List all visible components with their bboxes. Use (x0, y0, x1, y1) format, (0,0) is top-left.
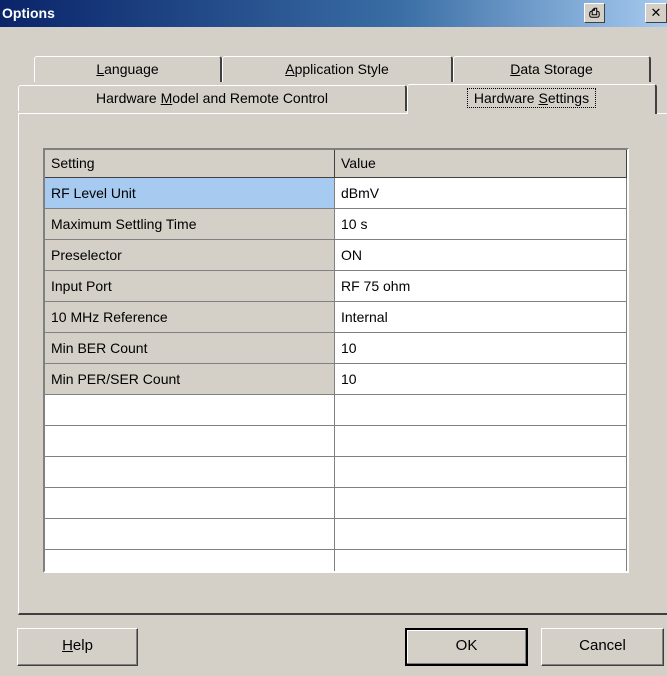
empty-cell (45, 426, 335, 457)
tab-label: Hardware (473, 90, 539, 106)
cancel-button[interactable]: Cancel (541, 628, 664, 666)
table-row[interactable]: RF Level Unit dBmV (45, 178, 627, 209)
empty-cell (45, 457, 335, 488)
empty-cell (45, 550, 335, 571)
tab-label: pplication Style (294, 61, 389, 77)
empty-cell (45, 395, 335, 426)
table-row[interactable]: Input Port RF 75 ohm (45, 271, 627, 302)
ok-button[interactable]: OK (405, 628, 528, 666)
tab-accel: S (538, 90, 548, 106)
tab-label: ata Storage (520, 61, 593, 77)
tab-label: Hardware (96, 90, 161, 106)
setting-cell: 10 MHz Reference (45, 302, 335, 333)
tab-hardware-model[interactable]: Hardware Model and Remote Control (18, 85, 407, 111)
empty-row (45, 488, 627, 519)
help-label: elp (72, 637, 93, 654)
tab-accel: D (510, 61, 521, 77)
value-cell[interactable]: dBmV (335, 178, 627, 209)
empty-cell (45, 519, 335, 550)
help-accel: H (62, 637, 73, 654)
empty-cell (335, 519, 627, 550)
setting-cell: Min BER Count (45, 333, 335, 364)
table-row[interactable]: Maximum Settling Time 10 s (45, 209, 627, 240)
grid-body: Setting Value RF Level Unit dBmV Maximum… (45, 150, 627, 571)
tab-label: anguage (104, 61, 159, 77)
close-button[interactable]: ✕ (645, 3, 667, 23)
settings-grid[interactable]: Setting Value RF Level Unit dBmV Maximum… (43, 148, 629, 573)
tab-label: odel and Remote Control (172, 90, 328, 106)
help-button[interactable]: Help (17, 628, 138, 666)
table-row[interactable]: Preselector ON (45, 240, 627, 271)
header-setting[interactable]: Setting (45, 150, 335, 178)
empty-row (45, 550, 627, 571)
value-cell[interactable]: 10 (335, 333, 627, 364)
tab-accel: M (160, 90, 173, 106)
value-cell[interactable]: RF 75 ohm (335, 271, 627, 302)
empty-row (45, 426, 627, 457)
value-cell[interactable]: 10 s (335, 209, 627, 240)
tab-language[interactable]: Language (34, 56, 222, 82)
tab-data-storage[interactable]: Data Storage (453, 56, 651, 82)
empty-row (45, 519, 627, 550)
empty-cell (335, 395, 627, 426)
tab-accel: L (96, 61, 105, 77)
table-row[interactable]: 10 MHz Reference Internal (45, 302, 627, 333)
setting-cell: RF Level Unit (45, 178, 335, 209)
setting-cell: Min PER/SER Count (45, 364, 335, 395)
tab-accel: A (285, 61, 295, 77)
empty-row (45, 457, 627, 488)
setting-cell: Input Port (45, 271, 335, 302)
empty-cell (335, 488, 627, 519)
print-button[interactable]: ⎙ (584, 3, 605, 23)
title-bar: Options ⎙ ✕ (0, 0, 667, 27)
table-row[interactable]: Min PER/SER Count 10 (45, 364, 627, 395)
header-value[interactable]: Value (335, 150, 627, 178)
empty-cell (335, 457, 627, 488)
value-cell[interactable]: ON (335, 240, 627, 271)
value-cell[interactable]: Internal (335, 302, 627, 333)
setting-cell: Maximum Settling Time (45, 209, 335, 240)
window-title: Options (2, 5, 55, 21)
tab-application-style[interactable]: Application Style (222, 56, 453, 82)
close-icon: ✕ (650, 5, 662, 20)
setting-cell: Preselector (45, 240, 335, 271)
empty-row (45, 395, 627, 426)
printer-icon: ⎙ (589, 5, 600, 20)
empty-cell (335, 426, 627, 457)
table-row[interactable]: Min BER Count 10 (45, 333, 627, 364)
empty-cell (335, 550, 627, 571)
empty-cell (45, 488, 335, 519)
tab-focus-label: Hardware Settings (466, 88, 597, 108)
tab-label: ettings (547, 90, 590, 106)
tab-hardware-settings[interactable]: Hardware Settings (407, 84, 657, 114)
grid-header: Setting Value (45, 150, 627, 178)
value-cell[interactable]: 10 (335, 364, 627, 395)
